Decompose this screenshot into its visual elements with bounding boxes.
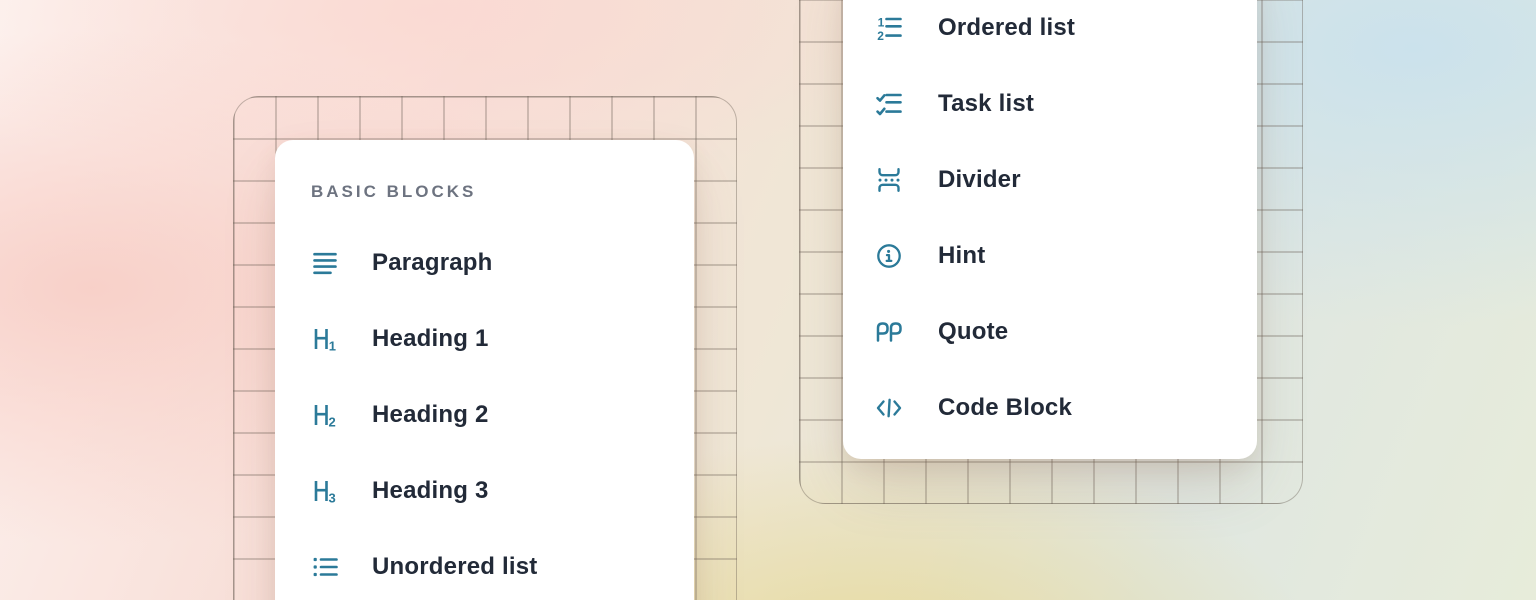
menu-item-label: Divider [938, 166, 1021, 194]
menu-section-header: BASIC BLOCKS [311, 182, 476, 202]
basic-blocks-menu: BASIC BLOCKS Paragraph 1 Heading 1 2 [275, 140, 694, 600]
menu-item-label: Heading 2 [372, 401, 489, 429]
divider-icon [875, 166, 903, 194]
svg-text:3: 3 [329, 490, 336, 505]
code-block-icon [875, 394, 903, 422]
heading-1-icon: 1 [311, 325, 339, 353]
menu-item-list: Paragraph 1 Heading 1 2 Heading 2 [275, 225, 694, 600]
menu-item-label: Unordered list [372, 553, 538, 581]
menu-item-divider[interactable]: Divider [843, 142, 1257, 218]
menu-item-heading-1[interactable]: 1 Heading 1 [275, 301, 694, 377]
menu-item-paragraph[interactable]: Paragraph [275, 225, 694, 301]
quote-icon [875, 318, 903, 346]
unordered-list-icon [311, 553, 339, 581]
menu-item-label: Code Block [938, 394, 1072, 422]
menu-item-label: Ordered list [938, 14, 1075, 42]
heading-3-icon: 3 [311, 477, 339, 505]
menu-item-ordered-list[interactable]: 1 2 Ordered list [843, 0, 1257, 66]
hero-canvas: BASIC BLOCKS Paragraph 1 Heading 1 2 [0, 0, 1536, 600]
heading-2-icon: 2 [311, 401, 339, 429]
ordered-list-icon: 1 2 [875, 14, 903, 42]
svg-text:1: 1 [329, 338, 336, 353]
blocks-menu-secondary: 1 2 Ordered list Task list [843, 0, 1257, 459]
svg-text:1: 1 [878, 16, 885, 30]
svg-text:2: 2 [877, 29, 884, 42]
menu-item-task-list[interactable]: Task list [843, 66, 1257, 142]
hint-icon [875, 242, 903, 270]
menu-item-heading-3[interactable]: 3 Heading 3 [275, 453, 694, 529]
menu-item-label: Hint [938, 242, 985, 270]
menu-item-list: 1 2 Ordered list Task list [843, 0, 1257, 446]
menu-item-code-block[interactable]: Code Block [843, 370, 1257, 446]
menu-item-hint[interactable]: Hint [843, 218, 1257, 294]
menu-item-label: Paragraph [372, 249, 493, 277]
menu-item-unordered-list[interactable]: Unordered list [275, 529, 694, 600]
paragraph-icon [311, 249, 339, 277]
menu-item-label: Task list [938, 90, 1034, 118]
menu-item-label: Heading 1 [372, 325, 489, 353]
svg-text:2: 2 [329, 414, 336, 429]
menu-item-quote[interactable]: Quote [843, 294, 1257, 370]
task-list-icon [875, 90, 903, 118]
menu-item-label: Quote [938, 318, 1008, 346]
menu-item-heading-2[interactable]: 2 Heading 2 [275, 377, 694, 453]
menu-item-label: Heading 3 [372, 477, 489, 505]
